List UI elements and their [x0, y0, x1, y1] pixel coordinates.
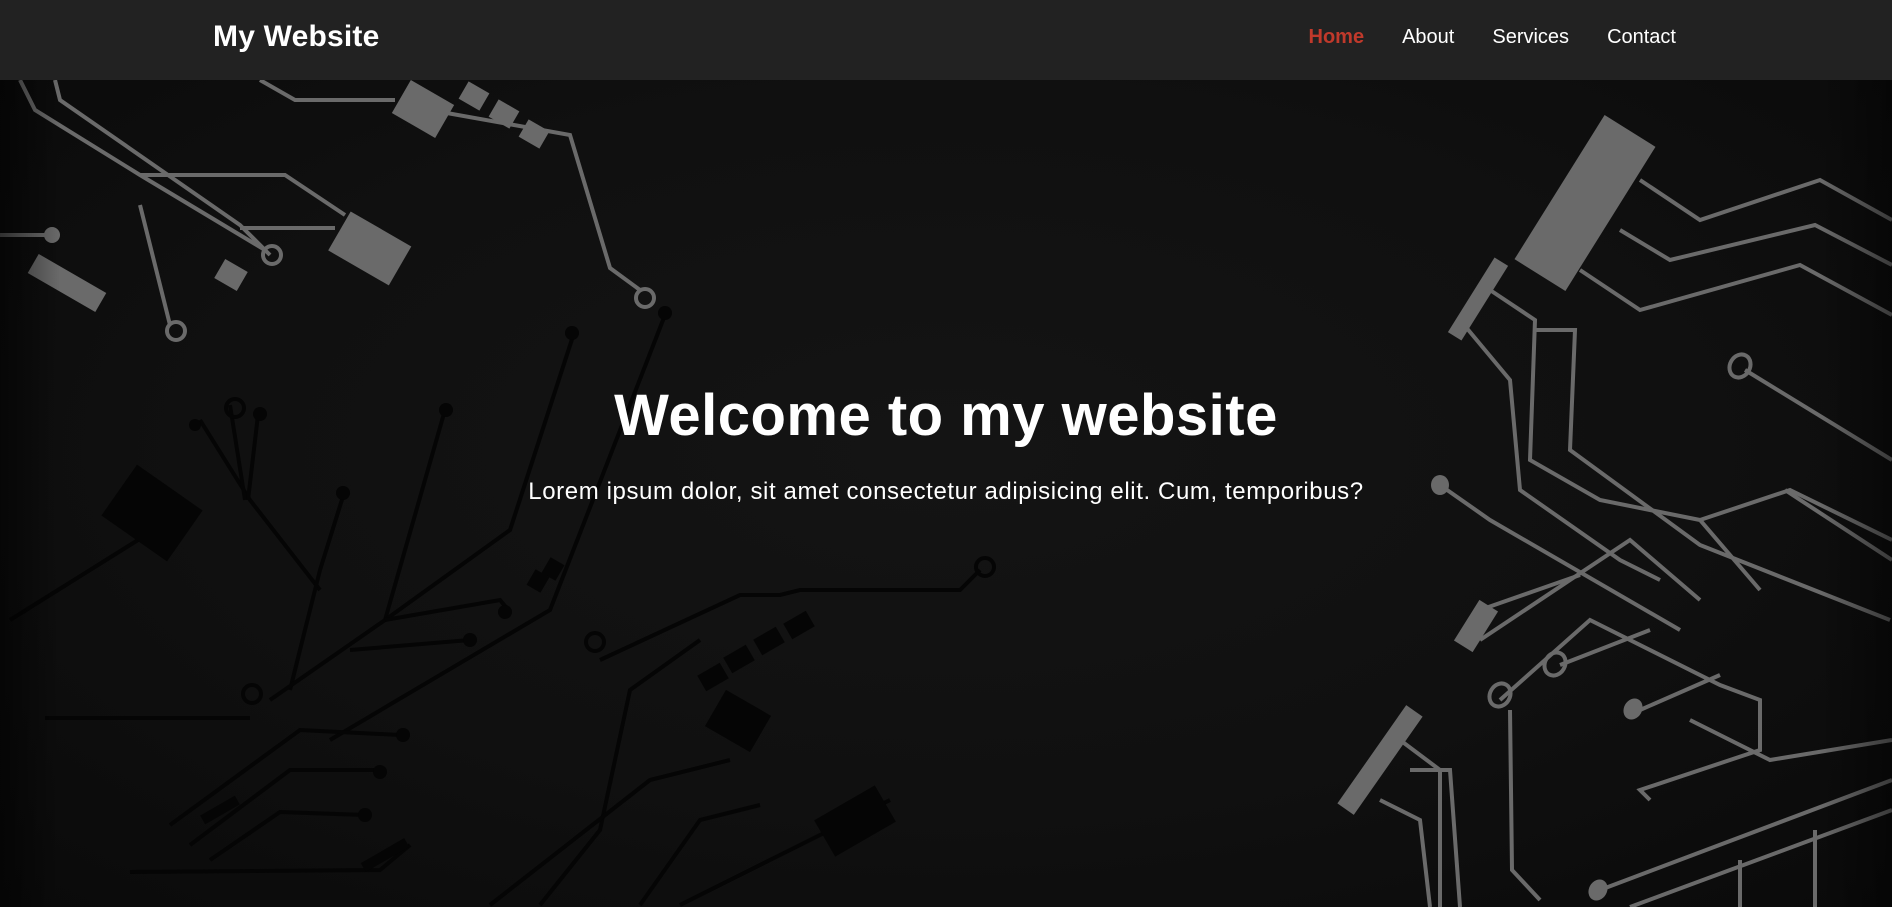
navbar: My Website Home About Services Contact	[0, 0, 1892, 80]
site-brand[interactable]: My Website	[213, 20, 380, 54]
hero-subtitle: Lorem ipsum dolor, sit amet consectetur …	[528, 478, 1364, 505]
circuit-chips-right	[1337, 115, 1656, 901]
nav-link-contact[interactable]: Contact	[1607, 26, 1676, 49]
circuit-traces-right	[1379, 177, 1892, 907]
hero-section: Welcome to my website Lorem ipsum dolor,…	[0, 80, 1892, 907]
nav-links: Home About Services Contact	[1309, 26, 1676, 49]
circuit-chips-top-left	[27, 80, 550, 313]
hero-title: Welcome to my website	[614, 383, 1278, 448]
nav-link-home[interactable]: Home	[1309, 26, 1365, 49]
nav-link-services[interactable]: Services	[1492, 26, 1569, 49]
nav-link-about[interactable]: About	[1402, 26, 1454, 49]
